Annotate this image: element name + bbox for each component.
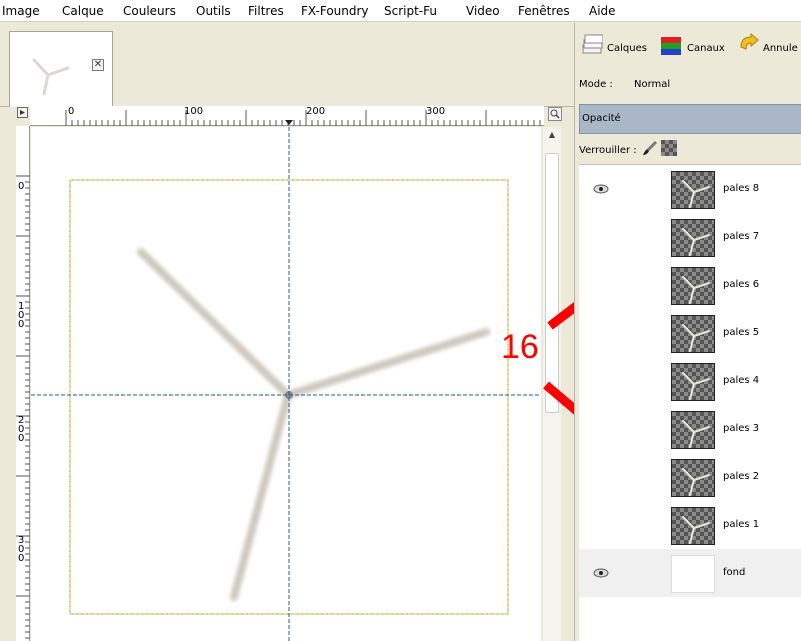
eye-icon[interactable] [593, 184, 609, 194]
ruler-v-label-300: 300 [18, 535, 25, 564]
lock-label: Verrouiller : [579, 145, 637, 156]
menu-outils[interactable]: Outils [196, 5, 231, 18]
scroll-up-arrow-icon[interactable]: ▲ [543, 127, 561, 143]
menu-calque[interactable]: Calque [62, 5, 104, 18]
menu-fenetres[interactable]: Fenêtres [518, 5, 570, 18]
image-canvas[interactable] [31, 127, 541, 641]
layer-name[interactable]: pales 5 [723, 327, 759, 338]
ruler-corner-menu-icon[interactable] [16, 106, 30, 120]
ruler-h-label-100: 100 [184, 106, 204, 117]
layer-name[interactable]: pales 8 [723, 183, 759, 194]
mode-label: Mode : [579, 79, 613, 90]
ruler-pointer-marker [285, 120, 293, 125]
zoom-toggle-icon[interactable] [548, 107, 562, 121]
scrollbar-thumb[interactable] [545, 153, 559, 413]
menu-filtres[interactable]: Filtres [248, 5, 284, 18]
layer-row-pales-4[interactable]: pales 4 [579, 357, 801, 405]
layer-list: pales 8 pales 7 pales 6 pales 5 pales 4 … [579, 164, 801, 641]
menu-video[interactable]: Video [466, 5, 500, 18]
lock-pixels-brush-icon[interactable] [641, 139, 659, 157]
layer-name[interactable]: pales 2 [723, 471, 759, 482]
layer-thumbnail-blades [682, 420, 710, 448]
layer-thumbnail[interactable] [671, 459, 715, 497]
menu-couleurs[interactable]: Couleurs [123, 5, 176, 18]
layer-thumbnail-blades [682, 516, 710, 544]
layer-name[interactable]: pales 6 [723, 279, 759, 290]
undo-history-tab-icon [740, 33, 759, 50]
tab-annuler-label: Annule [763, 43, 798, 54]
tab-canaux[interactable]: Canaux [659, 33, 733, 61]
layer-thumbnail[interactable] [671, 363, 715, 401]
layer-name[interactable]: fond [723, 567, 745, 578]
lock-alpha-checker-icon[interactable] [661, 140, 677, 156]
layer-row-pales-7[interactable]: pales 7 [579, 213, 801, 261]
ruler-v-label-100: 100 [18, 301, 25, 330]
tab-annuler[interactable]: Annule [737, 33, 801, 61]
ruler-v-label-0: 0 [18, 181, 25, 192]
image-window: ✕ 0 100 200 300 0 100 200 300 ▲ [0, 23, 574, 641]
ruler-v-label-200: 200 [18, 415, 25, 444]
close-icon[interactable]: ✕ [92, 59, 104, 71]
layer-row-pales-5[interactable]: pales 5 [579, 309, 801, 357]
layer-row-pales-1[interactable]: pales 1 [579, 501, 801, 549]
layer-thumbnail-blades [682, 180, 710, 208]
ruler-h-label-0: 0 [68, 106, 75, 117]
eye-icon[interactable] [593, 568, 609, 578]
layer-thumbnail-blades [682, 276, 710, 304]
layer-thumbnail-blades [682, 468, 710, 496]
layer-thumbnail[interactable] [671, 507, 715, 545]
ruler-h-label-300: 300 [426, 106, 446, 117]
layer-thumbnail-blades [682, 372, 710, 400]
opacity-label: Opacité [582, 113, 621, 124]
menu-aide[interactable]: Aide [589, 5, 616, 18]
lock-row: Verrouiller : [579, 139, 801, 163]
layer-name[interactable]: pales 4 [723, 375, 759, 386]
layer-row-pales-8[interactable]: pales 8 [579, 165, 801, 213]
tab-calques[interactable]: Calques [581, 33, 657, 61]
menu-script-fu[interactable]: Script-Fu [384, 5, 437, 18]
vertical-ruler[interactable]: 0 100 200 300 [16, 126, 30, 641]
mode-row: Mode : Normal [579, 79, 670, 90]
mode-select[interactable]: Normal [634, 79, 670, 90]
layer-thumbnail[interactable] [671, 315, 715, 353]
layer-thumbnail[interactable] [671, 411, 715, 449]
layer-row-fond[interactable]: fond [579, 549, 801, 597]
layer-thumbnail-white[interactable] [671, 555, 715, 593]
layer-name[interactable]: pales 3 [723, 423, 759, 434]
menu-image[interactable]: Image [2, 5, 40, 18]
image-tab-thumbnail [32, 58, 70, 96]
opacity-slider[interactable]: Opacité [579, 104, 801, 134]
annotation-number: 16 [501, 328, 539, 366]
canvas-drawing [31, 127, 541, 641]
layer-thumbnail[interactable] [671, 267, 715, 305]
layers-dock: Calques Canaux Annule Mode : Normal Opac… [574, 23, 801, 641]
vertical-scrollbar[interactable]: ▲ [543, 127, 561, 641]
menu-fx-foundry[interactable]: FX-Foundry [301, 5, 369, 18]
tab-calques-label: Calques [607, 43, 647, 54]
layer-name[interactable]: pales 1 [723, 519, 759, 530]
layer-row-pales-6[interactable]: pales 6 [579, 261, 801, 309]
image-tab-strip: ✕ [0, 23, 574, 107]
tab-canaux-label: Canaux [687, 43, 725, 54]
horizontal-ruler-ticks [65, 110, 541, 126]
layers-tab-icon [582, 34, 603, 54]
image-tab[interactable]: ✕ [9, 31, 113, 107]
wind-turbine-blades [136, 247, 491, 602]
layer-row-pales-3[interactable]: pales 3 [579, 405, 801, 453]
menu-bar: Image Calque Couleurs Outils Filtres FX-… [0, 0, 801, 22]
channels-tab-icon [661, 37, 681, 55]
layer-thumbnail-blades [682, 324, 710, 352]
horizontal-ruler[interactable]: 0 100 200 300 [30, 106, 544, 126]
layer-name[interactable]: pales 7 [723, 231, 759, 242]
layer-thumbnail-blades [682, 228, 710, 256]
layer-thumbnail[interactable] [671, 171, 715, 209]
layer-thumbnail[interactable] [671, 219, 715, 257]
layer-row-pales-2[interactable]: pales 2 [579, 453, 801, 501]
ruler-h-label-200: 200 [306, 106, 326, 117]
